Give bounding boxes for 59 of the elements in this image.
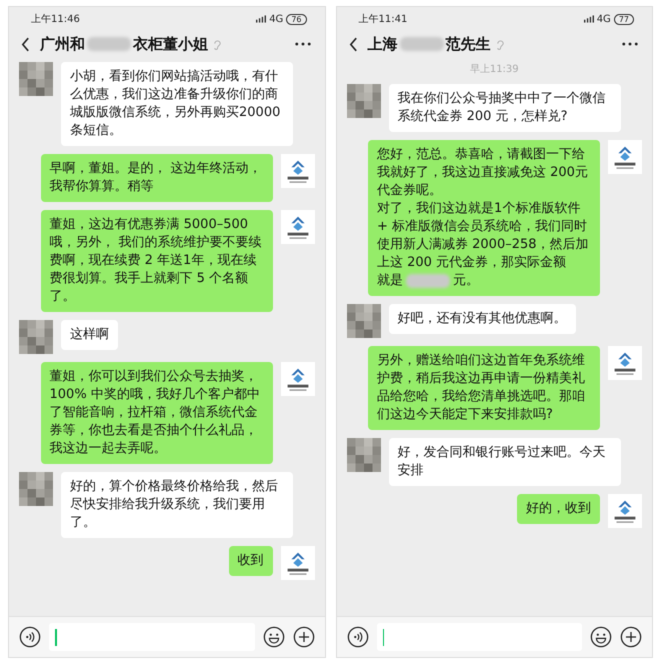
chat-title: 范先生 [446, 34, 490, 54]
message-text: 好的，算个价格最终价格给我，然后尽快安排给我升级系统，我们要用了。 [70, 478, 279, 532]
pixelated-avatar [19, 62, 53, 96]
network-label: 4G [269, 14, 284, 24]
timestamp: 早上11:39 [470, 62, 519, 76]
message-text: 这样啊 [70, 326, 109, 344]
message-text: 收到 [238, 552, 264, 570]
chat-title: 广州和 [40, 34, 85, 54]
plus-icon[interactable] [620, 626, 642, 648]
message-text: 好，发合同和银行账号过来吧。今天安排 [398, 444, 606, 480]
back-icon[interactable] [348, 36, 358, 52]
pixelated-avatar [346, 84, 380, 118]
pixelated-avatar [346, 304, 380, 338]
logo-avatar [608, 140, 642, 174]
ear-icon [213, 38, 222, 50]
blurred-text [400, 37, 444, 51]
message-text: 董姐，这边有优惠券满 5000–500哦，另外， 我们的系统维护要不要续费啊，现在续费 2 年送1年，现在续费很划算。我手上就剩下 5 个名额了。 [50, 216, 263, 306]
status-time: 上午11:46 [31, 12, 80, 26]
chat-title: 上海 [368, 34, 398, 54]
logo-avatar [608, 346, 642, 380]
logo-avatar [280, 154, 314, 188]
blurred-text [87, 37, 131, 51]
pixelated-avatar [346, 438, 380, 472]
signal-icon [256, 15, 266, 23]
chat-title: 衣柜董小姐 [133, 34, 208, 54]
logo-avatar [280, 362, 314, 396]
voice-icon[interactable] [19, 626, 41, 648]
message-text: 就是 [377, 272, 403, 290]
emoji-icon[interactable] [262, 626, 284, 648]
pixelated-avatar [19, 472, 53, 506]
signal-icon [584, 15, 594, 23]
logo-avatar [608, 494, 642, 528]
message-input[interactable] [49, 623, 254, 651]
plus-icon[interactable] [292, 626, 314, 648]
message-text: 对了，我们这边就是1个标准版软件+ 标准版微信会员系统哈，我们同时使用新人满减券 2000–258，然后加上这 200 元代金券，那实际金额 [377, 200, 590, 272]
ear-icon [496, 38, 504, 50]
message-text: 好吧，还有没有其他优惠啊。 [398, 310, 566, 328]
battery-level: 77 [614, 14, 634, 24]
battery-level: 76 [286, 14, 306, 24]
logo-avatar [280, 210, 314, 244]
voice-icon[interactable] [346, 626, 368, 648]
message-input[interactable] [376, 623, 582, 651]
more-icon[interactable] [622, 42, 638, 46]
message-text: 早啊，董姐。是的， 这边年终活动，我帮你算算。稍等 [50, 160, 263, 196]
logo-avatar [280, 546, 314, 580]
message-text: 我在你们公众号抽奖中中了一个微信系统代金券 200 元，怎样兑? [398, 90, 606, 126]
status-time: 上午11:41 [358, 12, 408, 26]
message-text: 好的，收到 [526, 500, 591, 518]
message-text: 小胡，看到你们网站搞活动哦，有什么优惠，我们这边准备升级你们的商城版版微信系统，另外再购买20000 条短信。 [70, 68, 282, 140]
message-text: 元。 [453, 272, 479, 290]
message-text: 您好，范总。恭喜哈，请截图一下给我就好了，我这边直接减免这 200元代金券呢。 [377, 146, 589, 200]
back-icon[interactable] [21, 36, 30, 52]
emoji-icon[interactable] [590, 626, 612, 648]
message-text: 董姐，你可以到我们公众号去抽奖，100% 中奖的哦，我好几个客户都中了智能音响，拉杆箱，微信系统代金券等，你也去看是否抽个什么礼品，我这边一起去弄呢。 [50, 368, 261, 458]
network-label: 4G [596, 14, 611, 24]
more-icon[interactable] [294, 42, 310, 46]
pixelated-avatar [19, 320, 53, 354]
message-text: 另外，赠送给咱们这边首年免系统维护费，稍后我这边再申请一份精美礼品给您哈，我给您清单挑选吧。那咱们这边今天能定下来安排款吗? [377, 352, 586, 424]
blurred-text [406, 274, 450, 288]
